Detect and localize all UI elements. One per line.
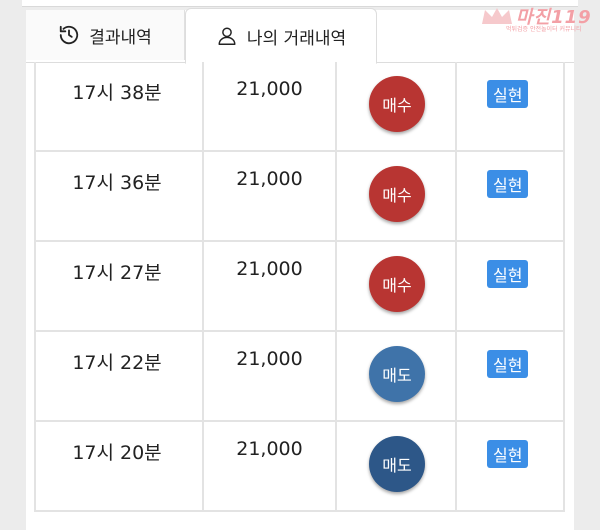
tab-results[interactable]: 결과내역 xyxy=(26,10,185,60)
trade-time: 17시 22분 xyxy=(72,352,162,374)
side-buy-badge: 매수 xyxy=(369,256,425,312)
price-cell: 21,000 xyxy=(202,332,335,420)
side-cell: 매도 xyxy=(335,422,455,510)
status-badge: 실현 xyxy=(487,260,529,288)
time-cell: 17시 20분 xyxy=(34,422,202,510)
side-sell-badge: 매도 xyxy=(369,436,425,492)
status-cell: 실현 xyxy=(455,332,565,420)
side-buy-badge: 매수 xyxy=(369,166,425,222)
price-cell: 21,000 xyxy=(202,62,335,150)
trade-time: 17시 27분 xyxy=(72,262,162,284)
side-cell: 매수 xyxy=(335,62,455,150)
time-cell: 17시 27분 xyxy=(34,242,202,330)
crown-icon xyxy=(482,8,512,24)
table-row: 17시 27분 21,000 매수 실현 xyxy=(34,242,565,332)
trade-time: 17시 20분 xyxy=(72,442,162,464)
table-row: 17시 38분 21,000 매수 실현 xyxy=(34,62,565,152)
status-cell: 실현 xyxy=(455,152,565,240)
tab-my-trades-label: 나의 거래내역 xyxy=(246,28,347,49)
side-cell: 매도 xyxy=(335,332,455,420)
trade-price: 21,000 xyxy=(236,258,303,280)
side-cell: 매수 xyxy=(335,242,455,330)
time-cell: 17시 36분 xyxy=(34,152,202,240)
side-cell: 매수 xyxy=(335,152,455,240)
status-cell: 실현 xyxy=(455,242,565,330)
side-buy-badge: 매수 xyxy=(369,76,425,132)
history-icon xyxy=(58,24,80,46)
status-badge: 실현 xyxy=(487,80,529,108)
price-cell: 21,000 xyxy=(202,242,335,330)
price-cell: 21,000 xyxy=(202,422,335,510)
tab-my-trades[interactable]: 나의 거래내역 xyxy=(185,8,377,64)
status-cell: 실현 xyxy=(455,62,565,150)
trade-price: 21,000 xyxy=(236,438,303,460)
tab-results-label: 결과내역 xyxy=(89,27,152,48)
trade-price: 21,000 xyxy=(236,168,303,190)
table-row: 17시 22분 21,000 매도 실현 xyxy=(34,332,565,422)
status-cell: 실현 xyxy=(455,422,565,510)
trade-price: 21,000 xyxy=(236,78,303,100)
side-sell-badge: 매도 xyxy=(369,346,425,402)
trade-time: 17시 36분 xyxy=(72,172,162,194)
status-badge: 실현 xyxy=(487,170,529,198)
trade-time: 17시 38분 xyxy=(72,82,162,104)
status-badge: 실현 xyxy=(487,440,529,468)
price-cell: 21,000 xyxy=(202,152,335,240)
trade-price: 21,000 xyxy=(236,348,303,370)
table-row: 17시 20분 21,000 매도 실현 xyxy=(34,422,565,512)
table-row: 17시 36분 21,000 매수 실현 xyxy=(34,152,565,242)
site-logo: 마진119 먹튀검증 안전놀이터 커뮤니티 xyxy=(476,2,600,34)
time-cell: 17시 38분 xyxy=(34,62,202,150)
time-cell: 17시 22분 xyxy=(34,332,202,420)
user-icon xyxy=(216,25,238,47)
status-badge: 실현 xyxy=(487,350,529,378)
logo-tagline: 먹튀검증 안전놀이터 커뮤니티 xyxy=(506,26,582,33)
